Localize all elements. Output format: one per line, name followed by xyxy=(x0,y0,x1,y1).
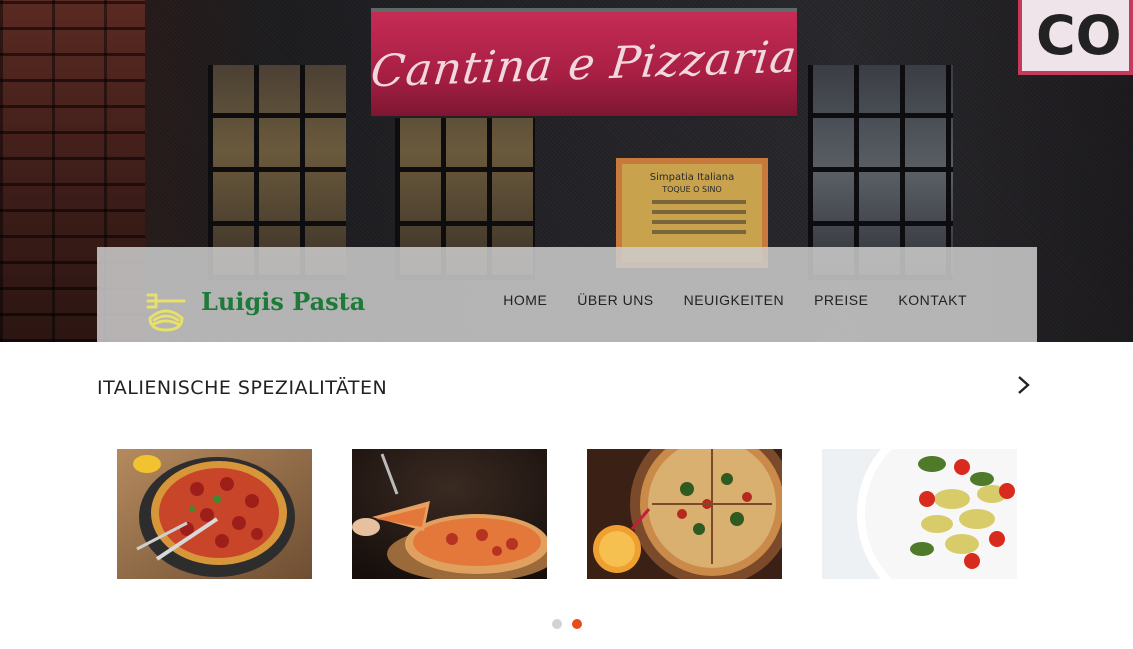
carousel-pagination xyxy=(552,619,582,629)
pasta-bowl-icon[interactable] xyxy=(146,292,186,332)
carousel-image-pizza-with-drink[interactable] xyxy=(587,449,782,579)
nav-home[interactable]: HOME xyxy=(503,292,547,308)
nav-about[interactable]: ÜBER UNS xyxy=(577,292,653,308)
section-title: ITALIENISCHE SPEZIALITÄTEN xyxy=(97,377,388,399)
carousel-dot-1[interactable] xyxy=(552,619,562,629)
corner-sign-text: CO xyxy=(1036,4,1122,67)
poster-title: Simpatia Italiana xyxy=(649,172,735,183)
pizzeria-sign-text: Cantina e Pizzaria xyxy=(368,31,800,97)
pizzeria-sign: Cantina e Pizzaria xyxy=(368,8,800,116)
main-nav: HOME ÜBER UNS NEUIGKEITEN PREISE KONTAKT xyxy=(503,292,967,308)
carousel-image-pizza-slice-lift[interactable] xyxy=(352,449,547,579)
navbar: Luigis Pasta HOME ÜBER UNS NEUIGKEITEN P… xyxy=(97,247,1037,342)
chevron-right-icon[interactable] xyxy=(1012,374,1034,396)
poster-subtitle: TOQUE O SINO xyxy=(662,185,722,194)
carousel-image-pasta-salad[interactable] xyxy=(822,449,1017,579)
nav-news[interactable]: NEUIGKEITEN xyxy=(684,292,784,308)
carousel-dot-2[interactable] xyxy=(572,619,582,629)
nav-prices[interactable]: PREISE xyxy=(814,292,868,308)
nav-contact[interactable]: KONTAKT xyxy=(898,292,967,308)
carousel-image-pepperoni-pizza[interactable] xyxy=(117,449,312,579)
corner-sign: CO xyxy=(1018,0,1133,75)
brand-name[interactable]: Luigis Pasta xyxy=(201,287,365,316)
